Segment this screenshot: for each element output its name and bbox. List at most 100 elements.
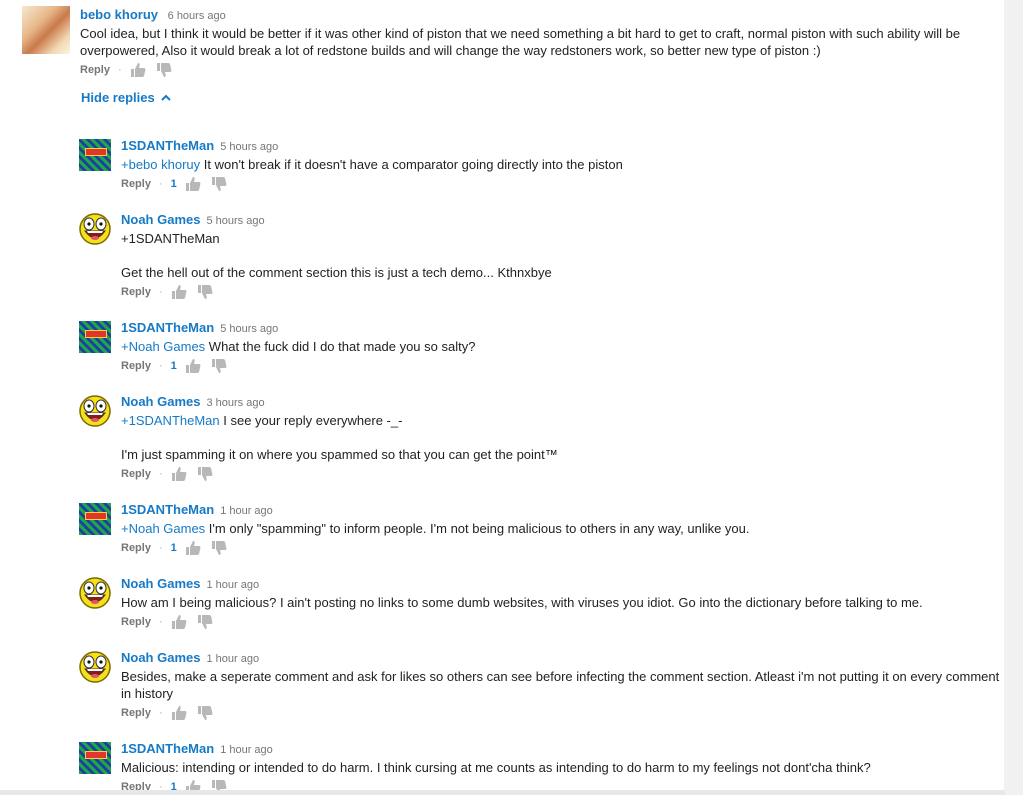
comment-paragraph: Get the hell out of the comment section … — [121, 265, 552, 280]
mention-link[interactable]: +Noah Games — [121, 521, 205, 536]
comment-author[interactable]: bebo khoruy — [80, 7, 158, 22]
comment-body: Besides, make a seperate comment and ask… — [121, 669, 1000, 701]
reply-button[interactable]: Reply — [121, 616, 151, 628]
comment-actions: Reply · 1 — [121, 175, 1003, 193]
avatar-noah-games[interactable] — [79, 651, 111, 683]
comment-author[interactable]: 1SDANTheMan — [121, 502, 214, 517]
thumbs-down-icon[interactable] — [197, 466, 213, 482]
thumbs-up-icon[interactable] — [171, 284, 187, 300]
avatar-1sdantheman[interactable] — [79, 139, 111, 171]
avatar-badge — [85, 751, 107, 759]
thumbs-down-icon[interactable] — [197, 705, 213, 721]
reply-button[interactable]: Reply — [121, 468, 151, 480]
comment-actions: Reply · — [80, 61, 980, 79]
comment-time[interactable]: 1 hour ago — [220, 744, 273, 756]
avatar-badge — [85, 330, 107, 338]
reply-button[interactable]: Reply — [80, 64, 110, 76]
comment-body: It won't break if it doesn't have a comp… — [200, 157, 623, 172]
thumbs-up-icon[interactable] — [185, 358, 201, 374]
avatar-noah-games[interactable] — [79, 577, 111, 609]
mention-link[interactable]: +1SDANTheMan — [121, 413, 220, 428]
separator-dot: · — [158, 468, 163, 480]
hide-replies-button[interactable]: Hide replies — [81, 90, 171, 105]
separator-dot: · — [158, 286, 163, 298]
comment-text: +1SDANTheMan Get the hell out of the comm… — [121, 230, 1003, 281]
comment-actions: Reply · — [121, 283, 1003, 301]
avatar-noah-games[interactable] — [79, 213, 111, 245]
comment-actions: Reply · — [121, 613, 1003, 631]
comment-text: +bebo khoruy It won't break if it doesn'… — [121, 156, 1003, 173]
comment-author[interactable]: Noah Games — [121, 212, 200, 227]
thumbs-down-icon[interactable] — [211, 540, 227, 556]
comment-author[interactable]: 1SDANTheMan — [121, 138, 214, 153]
comment-time[interactable]: 1 hour ago — [206, 579, 259, 591]
comment-actions: Reply · 1 — [121, 539, 1003, 557]
reply-button[interactable]: Reply — [121, 178, 151, 190]
thumbs-down-icon[interactable] — [211, 358, 227, 374]
thumbs-up-icon[interactable] — [185, 176, 201, 192]
comment-time[interactable]: 5 hours ago — [206, 215, 264, 227]
comment-text: +Noah Games What the fuck did I do that … — [121, 338, 1003, 355]
comment-time[interactable]: 6 hours ago — [168, 10, 226, 22]
thumbs-down-icon[interactable] — [197, 284, 213, 300]
thumbs-up-icon[interactable] — [171, 705, 187, 721]
thumbs-down-icon[interactable] — [156, 62, 172, 78]
reply-button[interactable]: Reply — [121, 707, 151, 719]
comment-author[interactable]: Noah Games — [121, 650, 200, 665]
horizontal-scrollbar[interactable] — [0, 790, 1005, 795]
separator-dot: · — [117, 64, 122, 76]
mention-link[interactable]: +bebo khoruy — [121, 157, 200, 172]
comment-body: What the fuck did I do that made you so … — [205, 339, 476, 354]
avatar-1sdantheman[interactable] — [79, 321, 111, 353]
thumbs-up-icon[interactable] — [130, 62, 146, 78]
comment-body: I'm only "spamming" to inform people. I'… — [205, 521, 750, 536]
avatar-badge — [85, 512, 107, 520]
reply-button[interactable]: Reply — [121, 542, 151, 554]
comment-text: Malicious: intending or intended to do h… — [121, 759, 1003, 776]
comment-text: Cool idea, but I think it would be bette… — [80, 26, 961, 58]
comment-text: +Noah Games I'm only "spamming" to infor… — [121, 520, 1003, 537]
separator-dot: · — [158, 707, 163, 719]
comment-body: How am I being malicious? I ain't postin… — [121, 595, 923, 610]
comment-time[interactable]: 3 hours ago — [206, 397, 264, 409]
comment-text: Besides, make a seperate comment and ask… — [121, 668, 1003, 702]
comment-body: +1SDANTheMan — [121, 231, 220, 246]
page-edge — [1004, 0, 1023, 795]
separator-dot: · — [158, 178, 163, 190]
thumbs-down-icon[interactable] — [197, 614, 213, 630]
avatar-bebo-khoruy[interactable] — [22, 6, 70, 54]
separator-dot: · — [158, 616, 163, 628]
hide-replies-label: Hide replies — [81, 90, 155, 105]
comment-time[interactable]: 5 hours ago — [220, 141, 278, 153]
comment-author[interactable]: 1SDANTheMan — [121, 320, 214, 335]
like-count: 1 — [170, 360, 177, 372]
comment-author[interactable]: Noah Games — [121, 576, 200, 591]
chevron-up-icon — [160, 94, 171, 101]
avatar-badge — [85, 148, 107, 156]
comment-actions: Reply · — [121, 465, 1003, 483]
mention-link[interactable]: +Noah Games — [121, 339, 205, 354]
comment-body: I see your reply everywhere -_- — [219, 413, 403, 428]
reply-button[interactable]: Reply — [121, 286, 151, 298]
avatar-1sdantheman[interactable] — [79, 503, 111, 535]
thumbs-down-icon[interactable] — [211, 176, 227, 192]
avatar-noah-games[interactable] — [79, 395, 111, 427]
reply-button[interactable]: Reply — [121, 360, 151, 372]
comment-time[interactable]: 5 hours ago — [220, 323, 278, 335]
thumbs-up-icon[interactable] — [185, 540, 201, 556]
comment-time[interactable]: 1 hour ago — [220, 505, 273, 517]
separator-dot: · — [158, 360, 163, 372]
comment-text: How am I being malicious? I ain't postin… — [121, 594, 1003, 611]
like-count: 1 — [170, 178, 177, 190]
comment-body: Malicious: intending or intended to do h… — [121, 760, 871, 775]
comment-paragraph: I'm just spamming it on where you spamme… — [121, 447, 558, 462]
separator-dot: · — [158, 542, 163, 554]
comment-author[interactable]: 1SDANTheMan — [121, 741, 214, 756]
avatar-1sdantheman[interactable] — [79, 742, 111, 774]
comment-author[interactable]: Noah Games — [121, 394, 200, 409]
comment-text: +1SDANTheMan I see your reply everywhere… — [121, 412, 1003, 463]
thumbs-up-icon[interactable] — [171, 466, 187, 482]
comment-time[interactable]: 1 hour ago — [206, 653, 259, 665]
comment-actions: Reply · — [121, 704, 1003, 722]
thumbs-up-icon[interactable] — [171, 614, 187, 630]
